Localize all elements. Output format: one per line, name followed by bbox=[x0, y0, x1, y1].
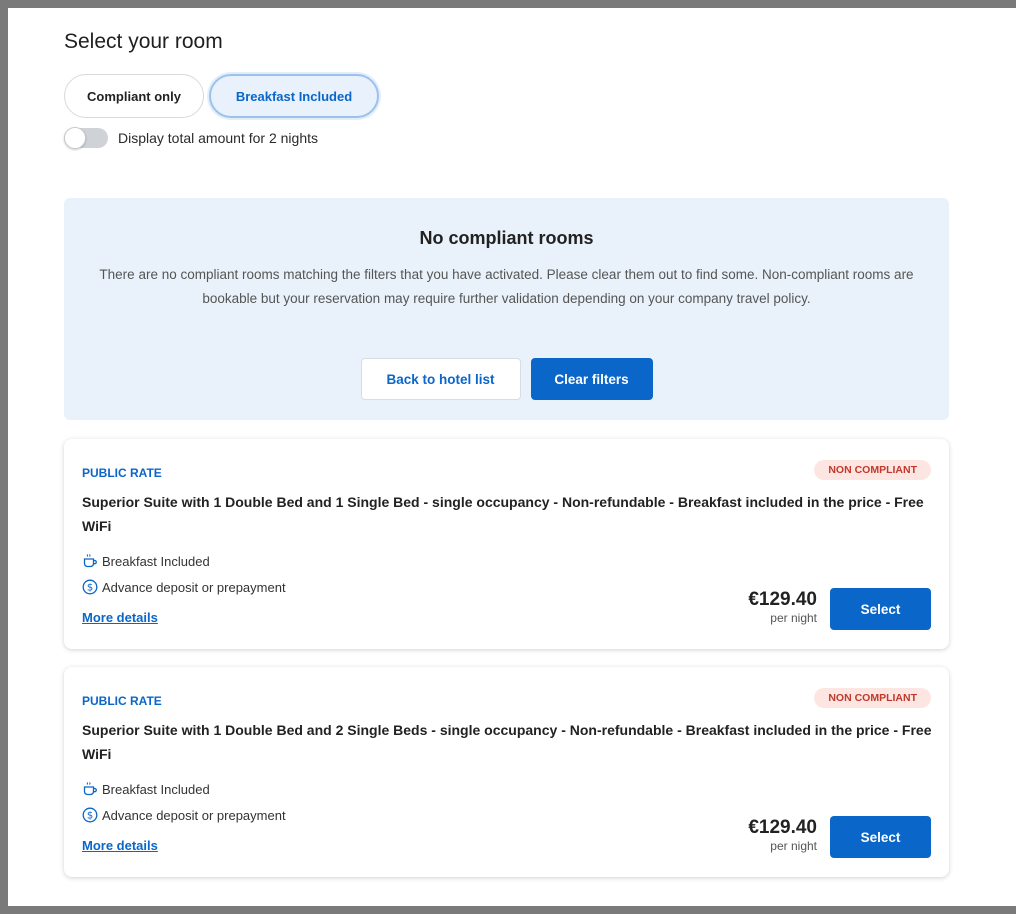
feature-label: Advance deposit or prepayment bbox=[102, 807, 286, 823]
feature-breakfast: Breakfast Included bbox=[82, 553, 210, 569]
room-card: PUBLIC RATE NON COMPLIANT Superior Suite… bbox=[64, 439, 949, 649]
notice-buttons: Back to hotel list Clear filters bbox=[64, 358, 949, 400]
filter-breakfast-included-chip[interactable]: Breakfast Included bbox=[209, 74, 379, 118]
toggle-knob bbox=[64, 127, 86, 149]
svg-text:$: $ bbox=[87, 811, 93, 822]
notice-text: There are no compliant rooms matching th… bbox=[99, 267, 914, 306]
feature-label: Advance deposit or prepayment bbox=[102, 579, 286, 595]
rate-type-label: PUBLIC RATE bbox=[82, 694, 162, 708]
price-amount: €129.40 bbox=[748, 817, 817, 838]
total-amount-toggle-row: Display total amount for 2 nights bbox=[64, 127, 318, 149]
rate-type-label: PUBLIC RATE bbox=[82, 466, 162, 480]
notice-title: No compliant rooms bbox=[419, 228, 594, 248]
page-title: Select your room bbox=[64, 30, 223, 53]
price-amount: €129.40 bbox=[748, 589, 817, 610]
coffee-cup-icon bbox=[82, 781, 98, 797]
clear-filters-button[interactable]: Clear filters bbox=[530, 358, 653, 400]
svg-text:$: $ bbox=[87, 583, 93, 594]
feature-deposit: $ Advance deposit or prepayment bbox=[82, 579, 286, 595]
feature-deposit: $ Advance deposit or prepayment bbox=[82, 807, 286, 823]
dollar-circle-icon: $ bbox=[82, 807, 98, 823]
price-unit: per night bbox=[770, 839, 817, 853]
price-unit: per night bbox=[770, 611, 817, 625]
page-frame: Select your room Compliant only Breakfas… bbox=[8, 8, 1016, 906]
total-amount-toggle-label: Display total amount for 2 nights bbox=[118, 130, 318, 146]
select-room-button[interactable]: Select bbox=[830, 588, 931, 630]
back-to-hotel-list-button[interactable]: Back to hotel list bbox=[360, 358, 521, 400]
more-details-link[interactable]: More details bbox=[82, 838, 158, 853]
no-compliant-rooms-notice: No compliant rooms There are no complian… bbox=[64, 198, 949, 420]
room-card: PUBLIC RATE NON COMPLIANT Superior Suite… bbox=[64, 667, 949, 877]
total-amount-toggle[interactable] bbox=[64, 127, 108, 149]
non-compliant-badge: NON COMPLIANT bbox=[814, 688, 931, 708]
room-title: Superior Suite with 1 Double Bed and 2 S… bbox=[82, 722, 932, 762]
feature-breakfast: Breakfast Included bbox=[82, 781, 210, 797]
dollar-circle-icon: $ bbox=[82, 579, 98, 595]
filter-compliant-only-chip[interactable]: Compliant only bbox=[64, 74, 204, 118]
feature-label: Breakfast Included bbox=[102, 553, 210, 569]
feature-label: Breakfast Included bbox=[102, 781, 210, 797]
more-details-link[interactable]: More details bbox=[82, 610, 158, 625]
coffee-cup-icon bbox=[82, 553, 98, 569]
price-block: €129.40 per night bbox=[748, 817, 817, 853]
non-compliant-badge: NON COMPLIANT bbox=[814, 460, 931, 480]
price-block: €129.40 per night bbox=[748, 589, 817, 625]
select-room-button[interactable]: Select bbox=[830, 816, 931, 858]
room-title: Superior Suite with 1 Double Bed and 1 S… bbox=[82, 494, 924, 534]
